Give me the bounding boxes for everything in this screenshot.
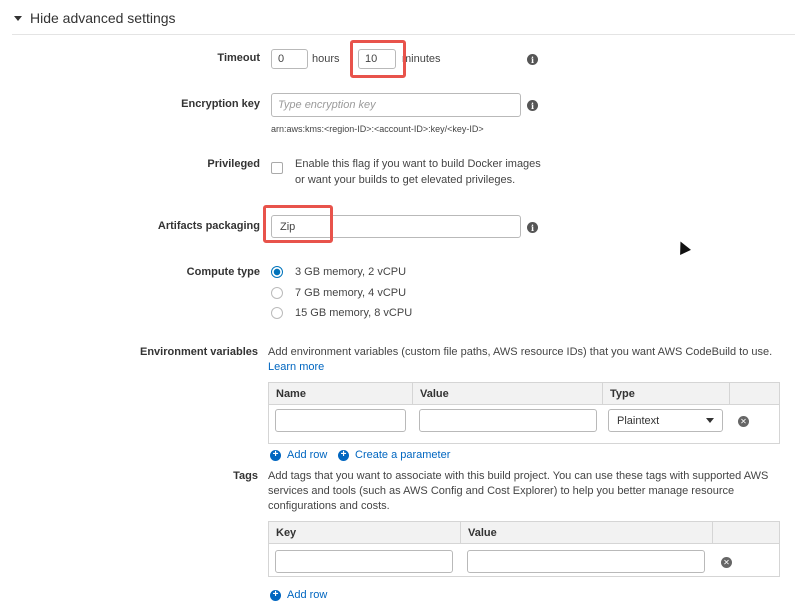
env-vars-table-header: Name Value Type [269,383,779,405]
column-header-name: Name [269,383,413,404]
column-header-type: Type [603,383,730,404]
remove-row-icon[interactable]: ✕ [738,416,749,427]
artifacts-packaging-label: Artifacts packaging [157,220,260,232]
info-icon[interactable]: i [527,222,538,233]
add-row-label: Add row [287,589,328,601]
plus-circle-icon: + [338,449,349,461]
privileged-label: Privileged [207,158,260,170]
hours-unit-label: hours [312,53,340,65]
remove-row-icon[interactable]: ✕ [721,557,732,568]
env-vars-table: Name Value Type Plaintext ✕ [268,382,780,444]
tag-key-input[interactable] [275,550,453,573]
create-parameter-label: Create a parameter [355,449,451,461]
tags-description-line2: services and tools (such as AWS Config a… [268,485,735,497]
compute-type-label: Compute type [186,266,260,278]
column-header-value: Value [413,383,603,404]
compute-option-radio[interactable] [271,266,283,278]
section-title: Hide advanced settings [30,10,176,26]
add-row-label: Add row [287,449,328,461]
encryption-key-input[interactable]: Type encryption key [271,93,521,117]
compute-option-label: 7 GB memory, 4 vCPU [295,287,407,299]
mouse-cursor-icon [675,239,691,255]
env-vars-label: Environment variables [140,346,258,358]
highlight-box-artifacts [263,205,333,243]
tag-value-input[interactable] [467,550,705,573]
compute-option-label: 3 GB memory, 2 vCPU [295,266,407,278]
column-header-key: Key [269,522,461,543]
advanced-settings-toggle[interactable]: Hide advanced settings [14,10,176,26]
minutes-unit-label: minutes [402,53,441,65]
privileged-description-line1: Enable this flag if you want to build Do… [295,158,541,170]
plus-circle-icon: + [270,449,281,461]
add-tag-row-button[interactable]: + Add row [270,589,327,601]
column-header-actions [730,383,779,404]
table-row: ✕ [269,545,779,577]
create-parameter-button[interactable]: + Create a parameter [338,449,450,461]
env-value-input[interactable] [419,409,597,432]
compute-option-label: 15 GB memory, 8 vCPU [295,307,413,319]
plus-circle-icon: + [270,589,281,601]
info-icon[interactable]: i [527,54,538,65]
tags-description-line1: Add tags that you want to associate with… [268,470,769,482]
chevron-down-icon [706,418,714,423]
env-vars-description: Add environment variables (custom file p… [268,346,773,358]
timeout-label: Timeout [217,52,260,64]
compute-option-radio[interactable] [271,287,283,299]
column-header-actions [713,522,779,543]
compute-option-radio[interactable] [271,307,283,319]
env-type-select[interactable]: Plaintext [608,409,723,432]
add-row-button[interactable]: + Add row [270,449,327,461]
caret-down-icon [14,15,22,21]
tags-table-header: Key Value [269,522,779,544]
table-row: Plaintext ✕ [269,406,779,444]
encryption-key-hint: arn:aws:kms:<region-ID>:<account-ID>:key… [271,124,484,134]
learn-more-link[interactable]: Learn more [268,361,324,373]
tags-label: Tags [233,470,258,482]
tags-table: Key Value ✕ [268,521,780,577]
privileged-description-line2: or want your builds to get elevated priv… [295,174,516,186]
tags-description-line3: configurations and costs. [268,500,390,512]
divider [12,34,795,35]
env-type-value: Plaintext [617,414,660,427]
timeout-hours-input[interactable]: 0 [271,49,308,69]
env-name-input[interactable] [275,409,406,432]
encryption-key-label: Encryption key [181,98,260,110]
column-header-value: Value [461,522,713,543]
encryption-key-placeholder: Type encryption key [278,99,376,111]
info-icon[interactable]: i [527,100,538,111]
privileged-checkbox[interactable] [271,162,283,174]
highlight-box-minutes [350,40,406,78]
